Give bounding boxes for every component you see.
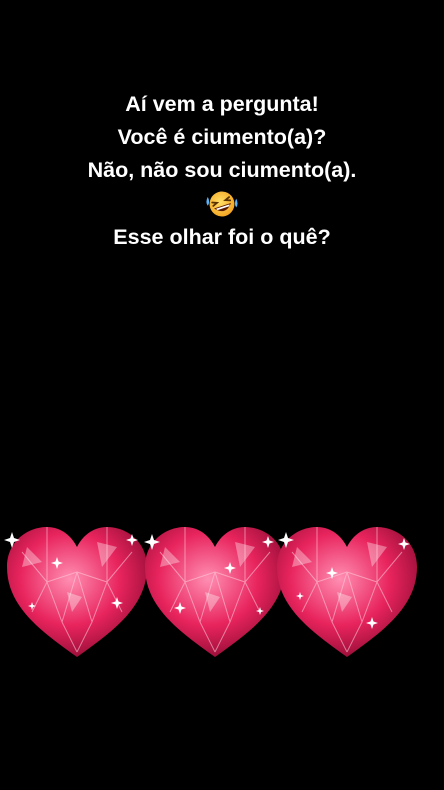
caption-line-2: Você é ciumento(a)? (117, 125, 327, 149)
pink-diamond-heart-icon (277, 527, 417, 657)
pink-diamond-heart-icon (4, 527, 147, 657)
caption: Aí vem a pergunta! Você é ciumento(a)? N… (0, 88, 444, 254)
pink-diamond-heart-icon (144, 527, 285, 657)
caption-line-1: Aí vem a pergunta! (125, 92, 319, 116)
emoji-row (0, 187, 444, 221)
caption-line-4: Esse olhar foi o quê? (113, 225, 331, 249)
caption-line-3: Não, não sou ciumento(a). (87, 158, 357, 182)
diamond-hearts-row (0, 522, 444, 662)
laughing-emoji-icon (206, 191, 238, 217)
